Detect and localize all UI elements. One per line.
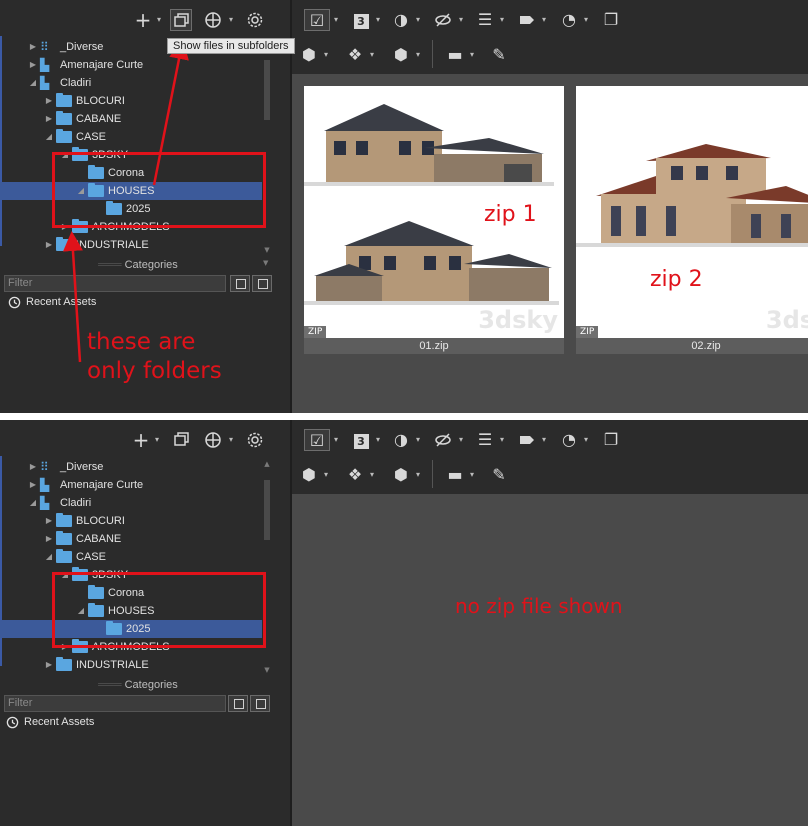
tree-item-label: CASE [76,551,106,563]
annotation-folder-box [52,572,266,648]
add-icon[interactable]: + [130,429,152,451]
expand-triangle-icon[interactable]: ▶ [44,530,54,548]
badge-3-icon[interactable]: 3 [350,429,372,451]
tree-item-label: _Diverse [60,461,104,473]
tree-item-cladiri[interactable]: ◢ ▙ Cladiri [0,494,262,512]
shading-icon[interactable]: ◑ [390,429,412,451]
checklist-icon[interactable]: ☑ [304,429,330,451]
recent-assets-item[interactable]: Recent Assets [6,716,95,729]
scroll-thumb[interactable] [264,480,270,540]
pie-caret[interactable]: ▾ [582,429,590,451]
filter-input[interactable]: Filter [4,695,226,712]
scroll-down-arrow[interactable]: ▼ [262,666,272,674]
annotation-folders-note: these are only folders [87,328,222,386]
cube-save-caret[interactable]: ▾ [414,464,422,486]
sphere-view-icon[interactable] [202,429,224,451]
tree-item-label: Amenajare Curte [60,479,144,491]
tree-item-case[interactable]: ◢ CASE [0,548,262,566]
sphere-dropdown-caret[interactable]: ▾ [227,429,235,451]
tree-item-amenajare-curte[interactable]: ▶ ▙ Amenajare Curte [0,476,262,494]
expand-triangle-icon[interactable]: ▶ [44,656,54,674]
tree-item-label: INDUSTRIALE [76,659,149,671]
folder-icon [56,657,72,671]
folder-icon [56,549,72,563]
building-icon: ▙ [40,496,50,510]
hidden-eye-icon[interactable] [432,429,454,451]
list-caret[interactable]: ▾ [498,429,506,451]
asset-grid-empty [292,494,808,826]
folder-icon [56,513,72,527]
tree-item-industriale[interactable]: ▶ INDUSTRIALE [0,656,262,674]
windows-icon[interactable]: ❐ [600,429,622,451]
tag-icon[interactable] [516,429,538,451]
tree-item-label: CABANE [76,533,122,545]
annotation-line1: these are [87,329,196,355]
grid-category-icon: ⠿ [40,460,49,474]
collapse-triangle-icon[interactable]: ◢ [44,548,54,566]
folder-icon [56,531,72,545]
tree-item-cabane[interactable]: ▶ CABANE [0,530,262,548]
building-icon: ▙ [40,478,50,492]
cubes-caret[interactable]: ▾ [368,464,376,486]
expand-triangle-icon[interactable]: ▶ [44,512,54,530]
annotation-line2: only folders [87,358,222,384]
left-toolbar: + ▾ ▾ [0,420,290,458]
cube-save-icon[interactable]: ⬢ [390,464,412,486]
edit-icon[interactable]: ✎ [488,464,510,486]
asset-grid-area: ☑ ▾ 3 ▾ ◑ ▾ ▾ ☰ ▾ ▾ ◔ ▾ ❐ ⬢ ▾ ❖ ▾ ⬢ ▾ ▬ … [292,420,808,826]
folder-open-icon[interactable]: ▬ [444,464,466,486]
categories-label: Categories [124,679,178,691]
expand-triangle-icon[interactable]: ▶ [28,476,38,494]
toolbar-separator [432,460,433,488]
tree-item-diverse[interactable]: ▶ ⠿ _Diverse [0,458,262,476]
annotation-zip1: zip 1 [484,202,537,227]
checklist-caret[interactable]: ▾ [332,429,340,451]
filter-option-button-1[interactable] [228,695,248,712]
asset-browser-panel-before: + ▾ ▾ ▶ ⠿ _Diverse ▶ ▙ Amenajare Curte ◢ ▙ Cladi… [0,0,808,413]
list-view-icon[interactable]: ☰ [474,429,496,451]
asset-browser-panel-after: + ▾ ▾ ▶ ⠿ _Diverse ▶ ▙ Amenajare Curte ◢ ▙ Cladi… [0,420,808,826]
cube-import-icon[interactable]: ⬢ [298,464,320,486]
screenshot-divider [0,413,808,420]
recent-assets-label: Recent Assets [24,716,95,728]
pie-chart-icon[interactable]: ◔ [558,429,580,451]
tree-item-blocuri[interactable]: ▶ BLOCURI [0,512,262,530]
tree-item-label: Cladiri [60,497,92,509]
tooltip-show-files-in-subfolders: Show files in subfolders [167,38,295,54]
gear-icon[interactable] [244,429,266,451]
collapse-triangle-icon[interactable]: ◢ [28,494,38,512]
cubes-icon[interactable]: ❖ [344,464,366,486]
badge-caret[interactable]: ▾ [374,429,382,451]
categories-header[interactable]: ═══ Categories [0,676,276,694]
show-files-in-subfolders-button[interactable] [170,429,192,451]
right-toolbar: ☑ ▾ 3 ▾ ◑ ▾ ▾ ☰ ▾ ▾ ◔ ▾ ❐ ⬢ ▾ ❖ ▾ ⬢ ▾ ▬ … [292,420,808,494]
cube-import-caret[interactable]: ▾ [322,464,330,486]
history-icon [6,716,19,732]
annotation-no-zip: no zip file shown [455,594,623,618]
shading-caret[interactable]: ▾ [414,429,422,451]
tree-item-label: BLOCURI [76,515,125,527]
annotation-zip2: zip 2 [650,267,703,292]
tag-caret[interactable]: ▾ [540,429,548,451]
eye-caret[interactable]: ▾ [457,429,465,451]
add-dropdown-caret[interactable]: ▾ [153,429,161,451]
filter-option-button-2[interactable] [250,695,270,712]
scroll-up-arrow[interactable]: ▲ [262,460,272,468]
folder-open-caret[interactable]: ▾ [468,464,476,486]
expand-triangle-icon[interactable]: ▶ [28,458,38,476]
